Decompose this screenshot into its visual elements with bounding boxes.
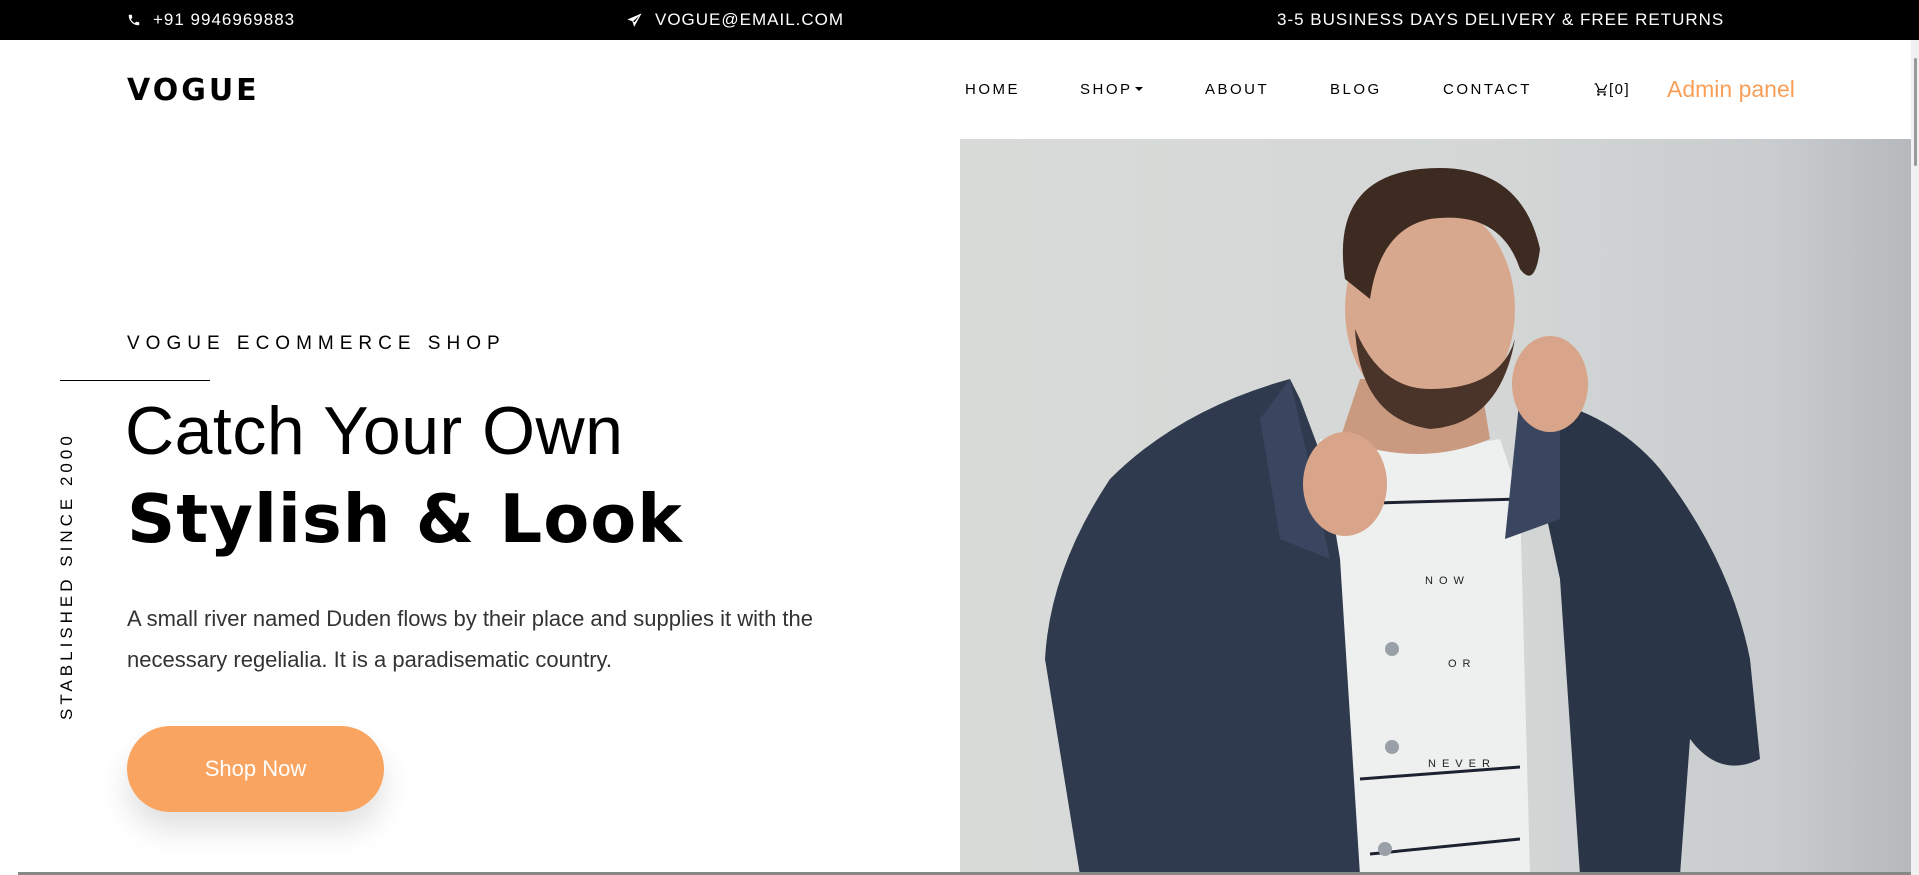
nav-home[interactable]: HOME [965, 81, 1020, 98]
cart-icon [1594, 83, 1608, 96]
model-illustration: NOW OR NEVER [1045, 168, 1760, 875]
established-vertical-text: STABLISHED SINCE 2000 [57, 432, 76, 720]
divider-line [60, 380, 210, 381]
nav-about[interactable]: ABOUT [1205, 81, 1269, 98]
shirt-text-never: NEVER [1428, 758, 1496, 770]
top-bar: +91 9946969883 VOGUE@EMAIL.COM 3-5 BUSIN… [0, 0, 1919, 40]
topbar-phone[interactable]: +91 9946969883 [127, 0, 295, 40]
page-scrollbar[interactable] [1911, 40, 1919, 875]
nav-shop-label: SHOP [1080, 81, 1133, 98]
shirt-text-now: NOW [1425, 575, 1470, 587]
header: VOGUE HOME SHOP ABOUT BLOG CONTACT [0] A… [0, 40, 1919, 139]
hero-description: A small river named Duden flows by their… [127, 606, 814, 672]
shop-now-button[interactable]: Shop Now [127, 726, 384, 812]
admin-panel-link[interactable]: Admin panel [1667, 76, 1795, 103]
hero-title-line1: Catch Your Own [125, 393, 624, 469]
nav-shop[interactable]: SHOP [1080, 81, 1143, 98]
topbar-phone-text: +91 9946969883 [153, 10, 296, 29]
scrollbar-thumb[interactable] [1914, 58, 1917, 166]
topbar-email-text: VOGUE@EMAIL.COM [655, 10, 845, 29]
chevron-down-icon [1134, 86, 1143, 91]
topbar-delivery-text: 3-5 BUSINESS DAYS DELIVERY & FREE RETURN… [1277, 10, 1725, 29]
hero-image: NOW OR NEVER [960, 139, 1919, 875]
nav-blog[interactable]: BLOG [1330, 81, 1382, 98]
hero-kicker: VOGUE ECOMMERCE SHOP [127, 333, 506, 354]
cart-count: [0] [1609, 81, 1631, 98]
shirt-text-or: OR [1448, 658, 1477, 670]
topbar-email[interactable]: VOGUE@EMAIL.COM [626, 0, 844, 40]
logo[interactable]: VOGUE [127, 73, 260, 108]
hero-title-line2: Stylish & Look [127, 480, 683, 558]
cart-link[interactable]: [0] [1594, 81, 1630, 98]
topbar-delivery: 3-5 BUSINESS DAYS DELIVERY & FREE RETURN… [1277, 0, 1724, 40]
paper-plane-icon [627, 12, 642, 27]
phone-icon [128, 14, 140, 26]
nav-contact[interactable]: CONTACT [1443, 81, 1532, 98]
